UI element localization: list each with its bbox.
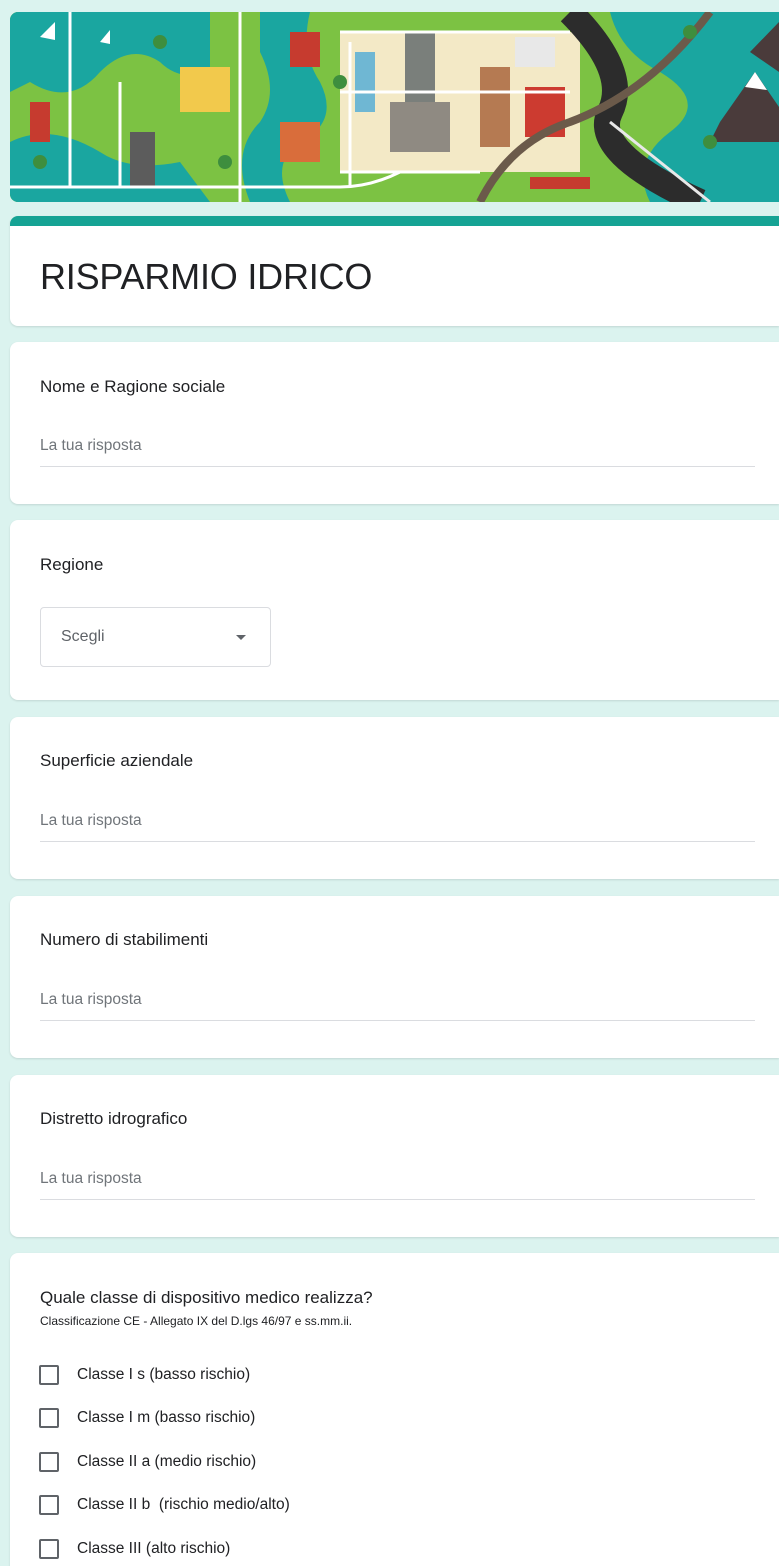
question-card-regione: Regione Scegli	[10, 520, 779, 700]
option-label: Classe I m (basso rischio)	[77, 1409, 256, 1426]
answer-field-distretto[interactable]: La tua risposta	[40, 1170, 755, 1200]
answer-field-nome[interactable]: La tua risposta	[40, 437, 755, 467]
question-title: Superficie aziendale	[40, 751, 194, 770]
form-title: RISPARMIO IDRICO	[40, 256, 373, 297]
option-label: Classe II b (rischio medio/alto)	[77, 1496, 290, 1513]
form-header-image	[10, 12, 779, 202]
answer-placeholder: La tua risposta	[40, 812, 142, 829]
question-card-distretto: Distretto idrografico La tua risposta	[10, 1075, 779, 1237]
option-label: Classe II a (medio rischio)	[77, 1453, 257, 1470]
question-card-classe: Quale classe di dispositivo medico reali…	[10, 1253, 779, 1566]
question-description: Classificazione CE - Allegato IX del D.l…	[40, 1314, 353, 1328]
checkbox-icon[interactable]	[39, 1408, 59, 1428]
dropdown-arrow-icon	[236, 635, 246, 640]
checkbox-icon[interactable]	[39, 1495, 59, 1515]
checkbox-icon[interactable]	[39, 1365, 59, 1385]
answer-field-superficie[interactable]: La tua risposta	[40, 812, 755, 842]
question-title: Quale classe di dispositivo medico reali…	[40, 1288, 373, 1307]
question-card-nome: Nome e Ragione sociale La tua risposta	[10, 342, 779, 504]
option-label: Classe III (alto rischio)	[77, 1540, 231, 1557]
dropdown-selected-value: Scegli	[61, 628, 105, 645]
question-title: Regione	[40, 555, 104, 574]
question-title: Nome e Ragione sociale	[40, 377, 226, 396]
regione-dropdown[interactable]: Scegli	[40, 607, 271, 667]
checkbox-icon[interactable]	[39, 1539, 59, 1559]
option-label: Classe I s (basso rischio)	[77, 1366, 251, 1383]
answer-placeholder: La tua risposta	[40, 1170, 142, 1187]
answer-placeholder: La tua risposta	[40, 437, 142, 454]
question-title: Numero di stabilimenti	[40, 930, 209, 949]
question-title: Distretto idrografico	[40, 1109, 188, 1128]
form-title-card: RISPARMIO IDRICO	[10, 216, 779, 326]
answer-field-stabilimenti[interactable]: La tua risposta	[40, 991, 755, 1021]
question-card-superficie: Superficie aziendale La tua risposta	[10, 717, 779, 879]
question-card-stabilimenti: Numero di stabilimenti La tua risposta	[10, 896, 779, 1058]
answer-placeholder: La tua risposta	[40, 991, 142, 1008]
checkbox-icon[interactable]	[39, 1452, 59, 1472]
